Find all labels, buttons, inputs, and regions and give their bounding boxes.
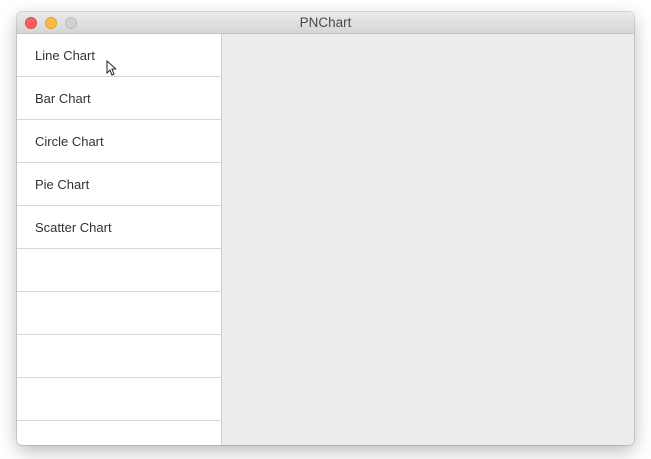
list-item-bar-chart[interactable]: Bar Chart	[17, 77, 221, 120]
list-item-label: Line Chart	[35, 48, 95, 63]
list-item-label: Circle Chart	[35, 134, 104, 149]
list-item-label: Pie Chart	[35, 177, 90, 192]
chart-type-list[interactable]: Line Chart Bar Chart Circle Chart Pie Ch…	[17, 34, 222, 445]
list-item-empty	[17, 335, 221, 378]
list-item-empty	[17, 378, 221, 421]
list-item-empty	[17, 292, 221, 335]
window-title: PNChart	[299, 15, 352, 30]
list-item-line-chart[interactable]: Line Chart	[17, 34, 221, 77]
app-window: PNChart Line Chart Bar Chart Circle Char…	[17, 12, 634, 445]
chart-content-area	[222, 34, 634, 445]
list-item-label: Scatter Chart	[35, 220, 112, 235]
list-item-label: Bar Chart	[35, 91, 91, 106]
list-item-empty	[17, 249, 221, 292]
window-titlebar[interactable]: PNChart	[17, 12, 634, 34]
list-item-circle-chart[interactable]: Circle Chart	[17, 120, 221, 163]
list-item-pie-chart[interactable]: Pie Chart	[17, 163, 221, 206]
list-item-scatter-chart[interactable]: Scatter Chart	[17, 206, 221, 249]
mouse-pointer-icon	[106, 60, 116, 76]
